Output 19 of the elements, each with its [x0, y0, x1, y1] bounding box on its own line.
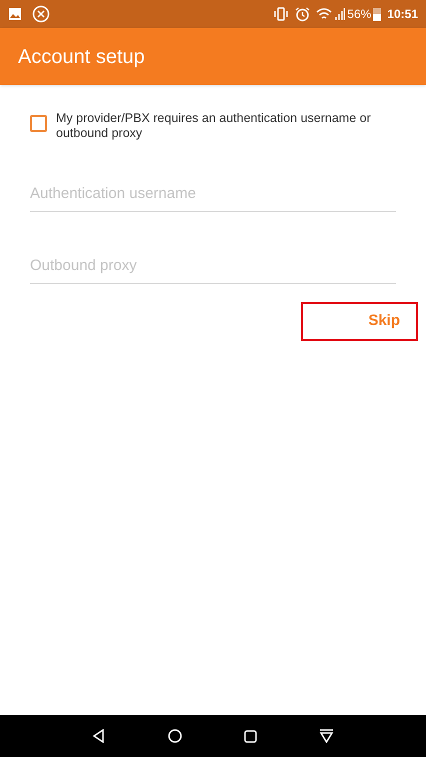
signal-icon — [335, 8, 346, 20]
screen-title: Account setup — [18, 44, 145, 70]
battery-percentage: 56% — [347, 6, 372, 23]
recents-icon[interactable] — [244, 730, 257, 742]
clock: 10:51 — [387, 6, 418, 23]
close-icon — [32, 5, 50, 23]
checkbox-label: My provider/PBX requires an authentication username or outbound proxy — [56, 111, 372, 141]
notification-pull-icon[interactable] — [319, 729, 334, 743]
back-icon[interactable] — [92, 729, 106, 743]
input-field[interactable]: Outbound proxy — [30, 250, 396, 284]
battery-icon — [373, 7, 382, 21]
skip-button[interactable]: Skip — [301, 302, 418, 341]
checkbox[interactable] — [30, 115, 47, 132]
input-field[interactable]: Authentication username — [30, 178, 396, 212]
image-icon — [8, 7, 22, 21]
alarm-icon — [295, 6, 310, 22]
home-icon[interactable] — [168, 729, 182, 743]
vibrate-icon — [273, 7, 290, 21]
wifi-icon — [316, 7, 332, 21]
